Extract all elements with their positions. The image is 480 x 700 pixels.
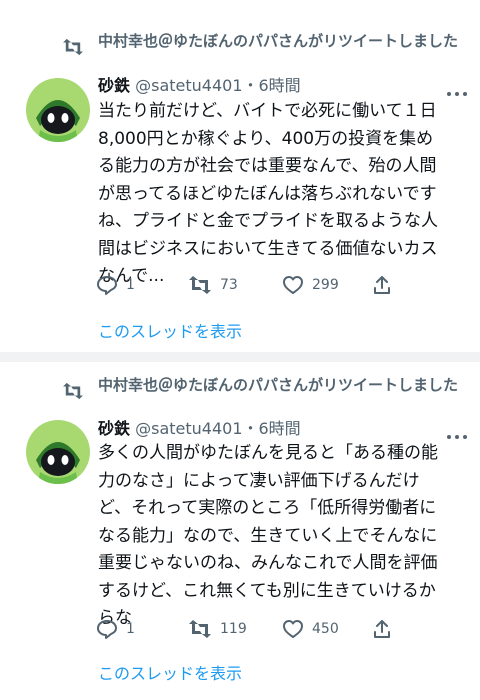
show-thread-link[interactable]: このスレッドを表示 (98, 660, 242, 684)
share-button[interactable] (372, 614, 392, 644)
more-icon[interactable] (445, 426, 469, 439)
retweet-icon (62, 382, 84, 404)
reply-icon (96, 619, 118, 639)
display-name[interactable]: 砂鉄 (98, 76, 130, 95)
like-icon (282, 619, 304, 639)
like-count: 299 (312, 277, 339, 293)
tweet-text: 当たり前だけど、バイトで必死に働いて１日 8,000円とか稼ぐより、400万の投… (98, 101, 438, 286)
tweet-1[interactable]: 中村幸也＠ゆたぼんのパパさんがリツイートしました 砂鉄 @satetu4401・… (0, 0, 480, 352)
show-thread-link[interactable]: このスレッドを表示 (98, 318, 242, 342)
like-button[interactable]: 450 (282, 614, 339, 644)
display-name[interactable]: 砂鉄 (98, 419, 130, 438)
share-icon (372, 619, 392, 639)
action-bar: 1 73 299 (96, 270, 466, 300)
like-count: 450 (312, 621, 339, 637)
like-button[interactable]: 299 (282, 270, 339, 300)
reply-button[interactable]: 1 (96, 614, 135, 644)
timestamp[interactable]: ・6時間 (243, 419, 301, 438)
retweet-count: 119 (220, 621, 247, 637)
tweet-header: 砂鉄 @satetu4401・6時間 (98, 75, 468, 97)
reply-icon (96, 275, 118, 295)
retweet-button[interactable]: 73 (188, 270, 238, 300)
more-icon[interactable] (445, 83, 469, 96)
share-icon (372, 275, 392, 295)
handle[interactable]: @satetu4401 (135, 76, 242, 95)
retweet-icon (188, 619, 212, 639)
action-bar: 1 119 450 (96, 614, 466, 644)
reply-count: 1 (126, 277, 135, 293)
retweet-text: 中村幸也＠ゆたぼんのパパさんがリツイートしました (98, 376, 459, 394)
share-button[interactable] (372, 270, 392, 300)
retweet-count: 73 (220, 277, 238, 293)
tweet-header: 砂鉄 @satetu4401・6時間 (98, 418, 468, 440)
reply-count: 1 (126, 621, 135, 637)
retweet-button[interactable]: 119 (188, 614, 247, 644)
timestamp[interactable]: ・6時間 (243, 76, 301, 95)
reply-button[interactable]: 1 (96, 270, 135, 300)
retweet-icon (188, 275, 212, 295)
retweet-icon (62, 38, 84, 60)
like-icon (282, 275, 304, 295)
avatar[interactable] (26, 78, 90, 142)
avatar[interactable] (26, 420, 90, 484)
tweet-text: 多くの人間がゆたぼんを見ると「ある種の能 力のなさ」によって凄い評価下げるんだけ… (98, 443, 438, 628)
tweet-divider (0, 352, 480, 362)
handle[interactable]: @satetu4401 (135, 419, 242, 438)
tweet-2[interactable]: 中村幸也＠ゆたぼんのパパさんがリツイートしました 砂鉄 @satetu4401・… (0, 362, 480, 700)
retweet-text: 中村幸也＠ゆたぼんのパパさんがリツイートしました (98, 32, 459, 50)
